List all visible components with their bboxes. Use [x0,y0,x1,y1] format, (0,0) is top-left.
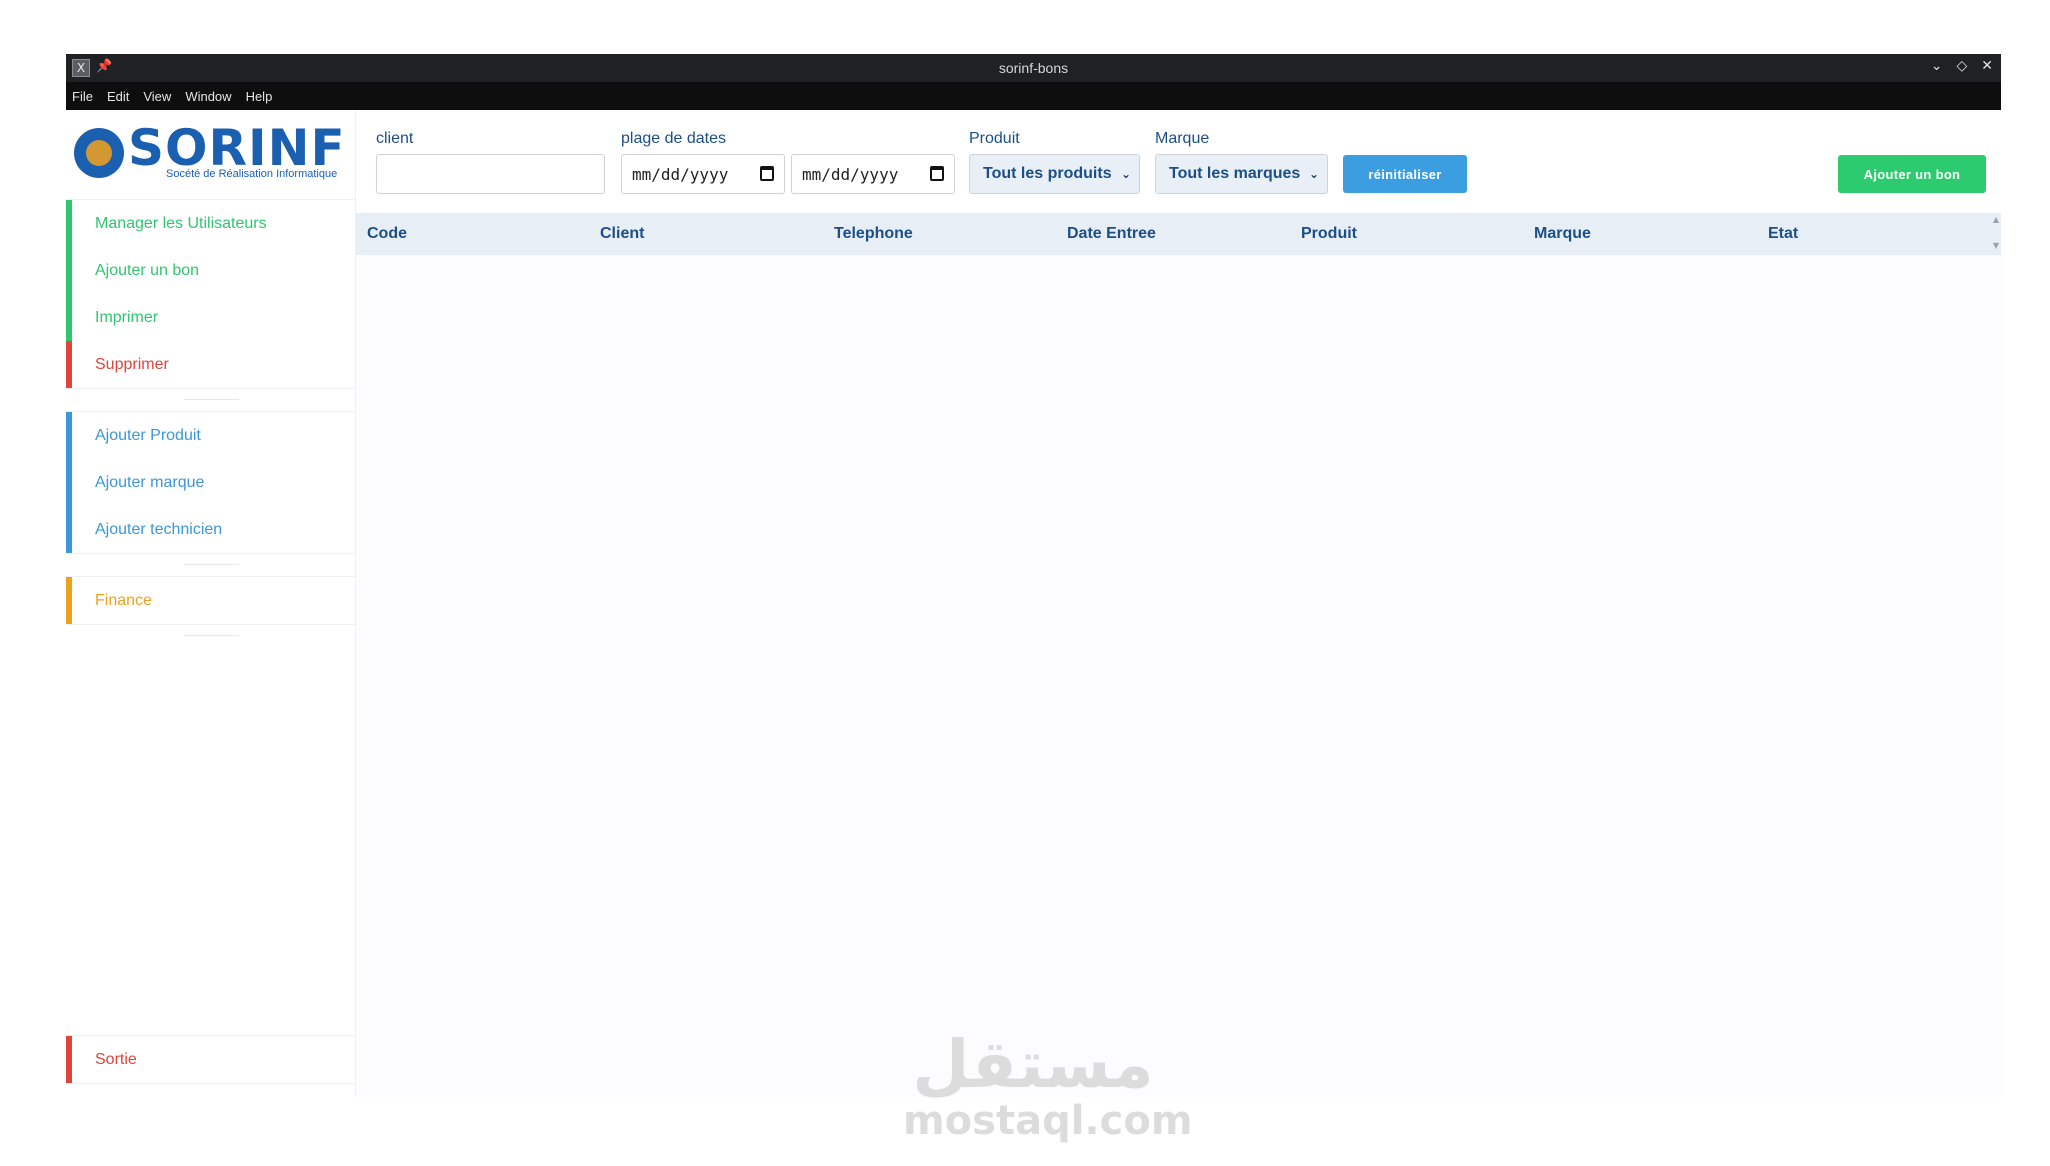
table-header: Code Client Telephone Date Entree Produi… [356,213,2001,255]
chevron-down-icon: ⌄ [1308,167,1319,181]
sidebar: SORINF Socété de Réalisation Informatiqu… [66,110,356,1097]
sidebar-item-manager-users[interactable]: Manager les Utilisateurs [66,200,356,247]
main-panel: client plage de dates mm/dd/yyyy mm/dd/y… [356,110,2001,1097]
date-to-value: mm/dd/yyyy [802,164,899,184]
date-range-label: plage de dates [621,130,726,147]
pin-icon[interactable]: 📌 [96,59,112,74]
sidebar-item-print[interactable]: Imprimer [66,294,356,341]
product-select[interactable]: Tout les produits ⌄ [969,154,1140,194]
menu-edit[interactable]: Edit [107,89,129,104]
menu-help[interactable]: Help [246,89,273,104]
logo-tagline: Socété de Réalisation Informatique [166,168,338,180]
sidebar-item-delete[interactable]: Supprimer [66,341,356,388]
sidebar-group-finance: Finance [66,576,356,625]
menu-window[interactable]: Window [185,89,231,104]
sidebar-divider [184,564,239,565]
product-label: Produit [969,130,1020,147]
watermark: مستقل mostaql.com [903,1026,1193,1144]
menu-view[interactable]: View [143,89,171,104]
product-select-value: Tout les produits [983,165,1112,182]
date-to-input[interactable]: mm/dd/yyyy [791,154,955,194]
menu-bar: File Edit View Window Help [66,82,2001,110]
sidebar-item-add-brand[interactable]: Ajouter marque [66,459,356,506]
column-header-client[interactable]: Client [600,225,644,243]
calendar-icon[interactable] [760,166,774,181]
title-bar[interactable]: X 📌 sorinf-bons ⌄ ◇ ✕ [66,54,2001,82]
date-from-input[interactable]: mm/dd/yyyy [621,154,785,194]
sidebar-group-exit: Sortie [66,1035,356,1084]
chevron-down-icon: ⌄ [1120,167,1131,181]
minimize-icon[interactable]: ⌄ [1931,58,1943,74]
column-header-produit[interactable]: Produit [1301,225,1357,243]
window-title: sorinf-bons [998,60,1069,76]
watermark-arabic: مستقل [912,1026,1154,1103]
sidebar-item-add-bon[interactable]: Ajouter un bon [66,247,356,294]
add-bon-button[interactable]: Ajouter un bon [1838,155,1986,193]
filter-bar: client plage de dates mm/dd/yyyy mm/dd/y… [356,110,2001,213]
client-label: client [376,130,414,147]
sidebar-item-add-technician[interactable]: Ajouter technicien [66,506,356,553]
menu-file[interactable]: File [72,89,93,104]
scroll-down-icon[interactable]: ▼ [1993,241,1999,250]
column-header-telephone[interactable]: Telephone [834,225,913,243]
close-icon[interactable]: ✕ [1981,58,1993,74]
logo-badge-icon [74,128,124,178]
column-header-marque[interactable]: Marque [1534,225,1591,243]
logo: SORINF Socété de Réalisation Informatiqu… [74,119,349,182]
sidebar-group-catalog: Ajouter Produit Ajouter marque Ajouter t… [66,411,356,554]
sidebar-divider [184,399,239,400]
content-area: SORINF Socété de Réalisation Informatiqu… [66,110,2001,1097]
maximize-icon[interactable]: ◇ [1956,58,1967,74]
client-input[interactable] [376,154,605,194]
sidebar-divider [184,635,239,636]
brand-select[interactable]: Tout les marques ⌄ [1155,154,1328,194]
watermark-latin: mostaql.com [903,1098,1193,1144]
column-header-code[interactable]: Code [367,225,407,243]
window-controls: ⌄ ◇ ✕ [1931,58,1993,74]
scroll-up-icon[interactable]: ▲ [1993,215,1999,224]
sidebar-item-finance[interactable]: Finance [66,577,356,624]
app-icon: X [72,59,90,77]
app-window: X 📌 sorinf-bons ⌄ ◇ ✕ File Edit View Win… [66,54,2001,1097]
calendar-icon[interactable] [930,166,944,181]
column-header-etat[interactable]: Etat [1768,225,1798,243]
logo-wordmark: SORINF [128,119,346,177]
sidebar-item-add-product[interactable]: Ajouter Produit [66,412,356,459]
sidebar-item-exit[interactable]: Sortie [66,1036,356,1083]
date-from-value: mm/dd/yyyy [632,164,729,184]
sidebar-group-bons: Manager les Utilisateurs Ajouter un bon … [66,199,356,389]
brand-label: Marque [1155,130,1210,147]
column-header-date-entree[interactable]: Date Entree [1067,225,1156,243]
reset-button[interactable]: réinitialiser [1343,155,1467,193]
brand-select-value: Tout les marques [1169,165,1301,182]
